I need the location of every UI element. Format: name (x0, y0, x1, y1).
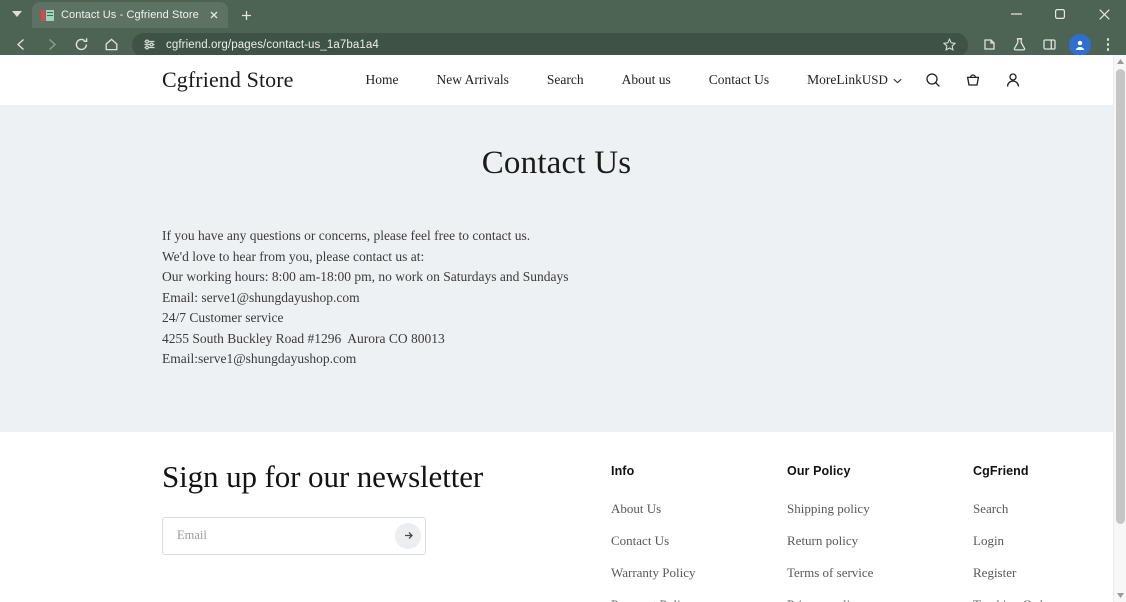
contact-line-email: Email: serve1@shungdayushop.com (162, 289, 360, 305)
footer-column-heading: Our Policy (787, 463, 851, 478)
scroll-down-arrow-icon[interactable] (1114, 589, 1126, 602)
nav-item-new-arrivals[interactable]: New Arrivals (437, 72, 509, 88)
footer-link-about-us[interactable]: About Us (611, 501, 787, 517)
close-window-button[interactable] (1082, 0, 1126, 28)
footer-link-terms-of-service[interactable]: Terms of service (787, 565, 973, 581)
footer-link-tracking-order[interactable]: Tracking Order (973, 597, 1126, 602)
nav-item-search[interactable]: Search (547, 72, 584, 88)
contact-line-address: 4255 South Buckley Road #1296 Aurora CO … (162, 330, 445, 346)
footer-link-register[interactable]: Register (973, 565, 1126, 581)
window-controls (994, 0, 1126, 28)
email-input[interactable] (177, 517, 395, 554)
browser-tab[interactable]: Contact Us - Cgfriend Store (32, 2, 228, 28)
footer-content: Sign up for our newsletter Info About Us (0, 458, 1113, 602)
currency-selector[interactable]: USD (862, 72, 902, 88)
footer-column-heading: CgFriend (973, 463, 1029, 478)
page-scrollbar[interactable] (1113, 55, 1126, 602)
page-viewport: Cgfriend Store Home New Arrivals Search … (0, 55, 1126, 602)
footer-column-cgfriend: CgFriend Search Login Register Tracking … (973, 464, 1126, 602)
footer-column-info: Info About Us Contact Us Warranty Policy… (611, 464, 787, 602)
minimize-button[interactable] (994, 0, 1038, 28)
contact-line-email-2: Email:serve1@shungdayushop.com (162, 351, 357, 366)
page-title: Contact Us (481, 145, 632, 181)
footer-link-contact-us[interactable]: Contact Us (611, 533, 787, 549)
site-brand[interactable]: Cgfriend Store (162, 67, 294, 93)
search-icon[interactable] (924, 71, 942, 89)
nav-item-contact-us[interactable]: Contact Us (709, 72, 769, 88)
contact-details: If you have any questions or concerns, p… (162, 226, 862, 370)
footer-link-shipping-policy[interactable]: Shipping policy (787, 501, 973, 517)
footer-link-search[interactable]: Search (973, 501, 1126, 517)
currency-label: USD (861, 72, 888, 87)
nav-item-about-us[interactable]: About us (622, 72, 671, 88)
website-page: Cgfriend Store Home New Arrivals Search … (0, 55, 1113, 602)
contact-line-1: If you have any questions or concerns, p… (162, 228, 531, 243)
footer-link-login[interactable]: Login (973, 533, 1126, 549)
footer-column-heading: Info (611, 463, 635, 478)
footer-link-privacy-policy[interactable]: Privacy policy (787, 597, 973, 602)
contact-section: Contact Us If you have any questions or … (0, 105, 1113, 432)
maximize-button[interactable] (1038, 0, 1082, 28)
nav-item-morelink[interactable]: MoreLink (807, 72, 862, 88)
account-icon[interactable] (1004, 71, 1022, 89)
site-header: Cgfriend Store Home New Arrivals Search … (0, 55, 1113, 105)
tab-close-icon[interactable] (206, 7, 222, 23)
site-footer: Sign up for our newsletter Info About Us (0, 431, 1113, 602)
url-text: cgfriend.org/pages/contact-us_1a7ba1a4 (166, 38, 379, 51)
chevron-down-icon (893, 72, 902, 88)
footer-link-payment-policy[interactable]: Payment Policy (611, 597, 787, 602)
cgfriend-favicon (41, 9, 54, 22)
footer-link-warranty-policy[interactable]: Warranty Policy (611, 565, 787, 581)
tab-strip: Contact Us - Cgfriend Store (0, 0, 1126, 28)
footer-link-columns: Info About Us Contact Us Warranty Policy… (611, 458, 1126, 602)
header-actions: USD (862, 71, 1022, 89)
tab-title: Contact Us - Cgfriend Store (61, 9, 199, 21)
scrollbar-thumb[interactable] (1116, 69, 1125, 524)
nav-item-home[interactable]: Home (366, 72, 399, 88)
contact-line-support: 24/7 Customer service (162, 310, 284, 325)
newsletter-title: Sign up for our newsletter (162, 458, 484, 494)
address-bar[interactable]: cgfriend.org/pages/contact-us_1a7ba1a4 (132, 32, 968, 57)
newsletter-form (162, 516, 426, 555)
scroll-up-arrow-icon[interactable] (1114, 55, 1126, 68)
cart-icon[interactable] (964, 71, 982, 89)
profile-avatar[interactable] (1069, 33, 1091, 56)
newsletter-section: Sign up for our newsletter (162, 458, 527, 602)
footer-column-our-policy: Our Policy Shipping policy Return policy… (787, 464, 973, 602)
browser-window: Contact Us - Cgfriend Store cgfriend.org… (0, 0, 1126, 602)
new-tab-button[interactable] (234, 2, 260, 28)
bookmark-star-icon[interactable] (940, 36, 958, 54)
site-settings-icon[interactable] (142, 37, 157, 52)
contact-line-2: We'd love to hear from you, please conta… (162, 248, 425, 264)
contact-line-3: Our working hours: 8:00 am-18:00 pm, no … (162, 269, 569, 284)
tab-search-button[interactable] (4, 1, 30, 27)
site-navigation: Home New Arrivals Search About us Contac… (366, 72, 862, 88)
footer-link-return-policy[interactable]: Return policy (787, 533, 973, 549)
newsletter-submit-button[interactable] (395, 522, 421, 549)
